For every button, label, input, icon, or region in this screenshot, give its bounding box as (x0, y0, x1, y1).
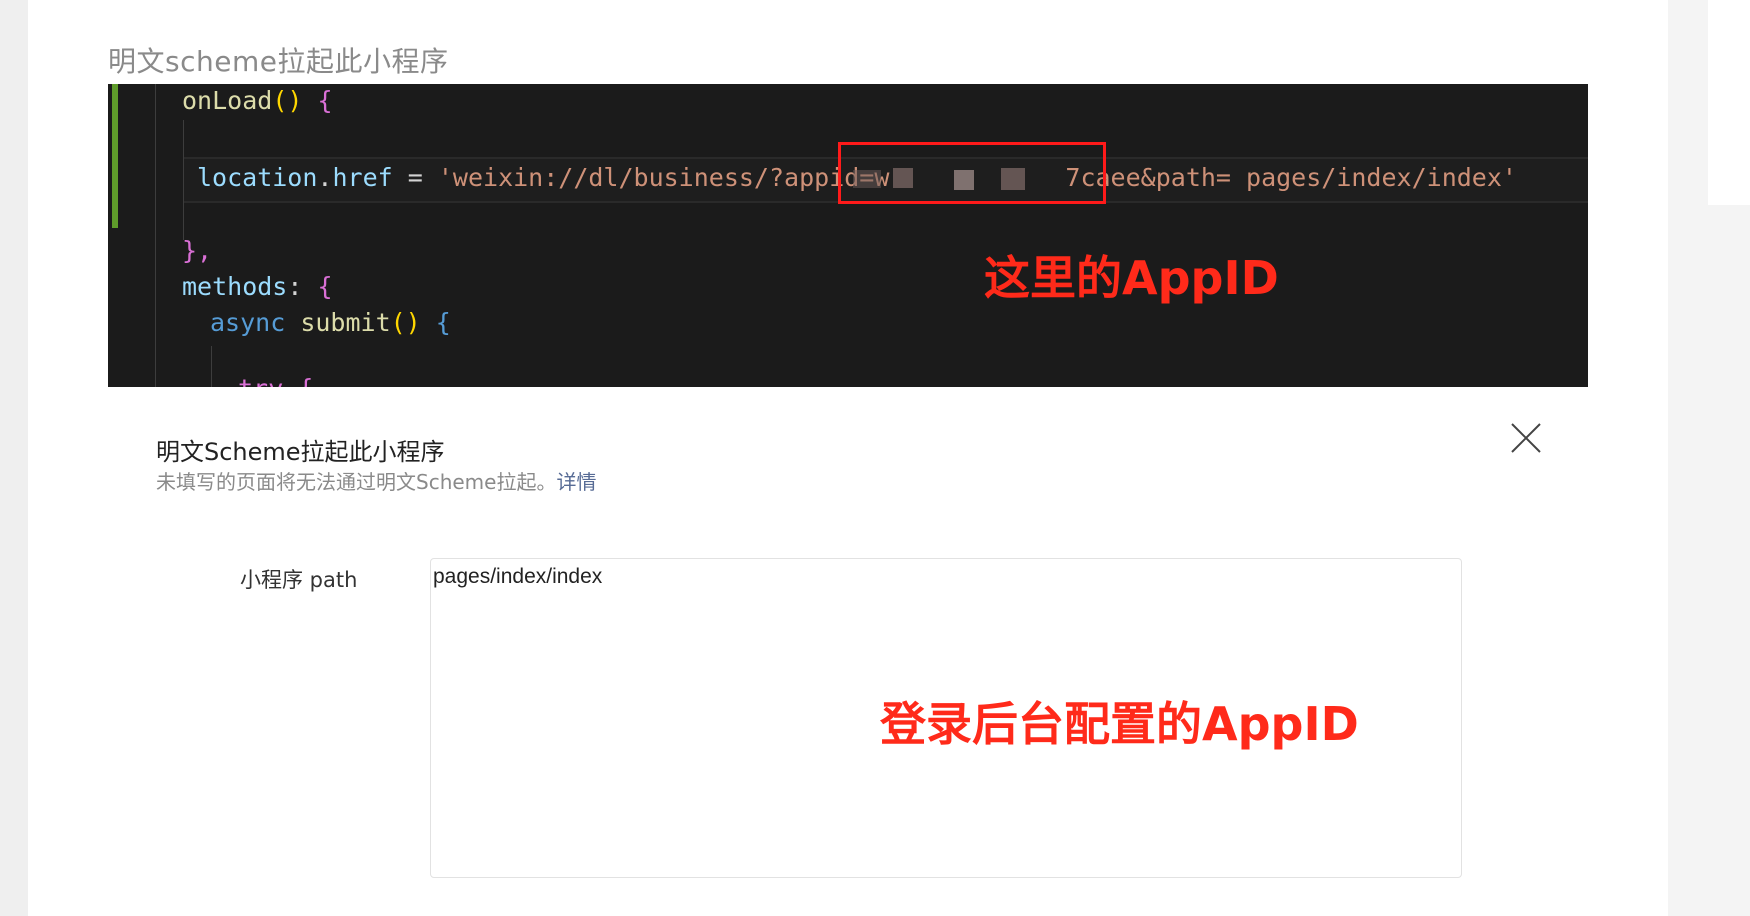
detail-link[interactable]: 详情 (556, 470, 596, 494)
close-icon (1511, 423, 1541, 453)
dialog-description: 未填写的页面将无法通过明文Scheme拉起。详情 (156, 470, 597, 494)
left-gutter (0, 0, 28, 916)
dialog-title: 明文Scheme拉起此小程序 (156, 438, 445, 466)
indent-guide (155, 84, 156, 387)
code-line-methods: methods: { (182, 272, 333, 301)
code-line-try: try { (238, 372, 313, 387)
code-line-onload: onLoad() { (182, 86, 333, 115)
code-line-close-brace: }, (182, 236, 213, 265)
close-button[interactable] (1508, 420, 1544, 456)
appid-highlight-box (838, 142, 1106, 204)
annotation-backend-appid: 登录后台配置的AppID (880, 697, 1359, 751)
git-change-bar (112, 84, 118, 228)
code-line-async-submit: async submit() { (210, 308, 451, 337)
annotation-appid-here: 这里的AppID (984, 251, 1279, 305)
indent-guide (211, 346, 212, 387)
section-title: 明文scheme拉起此小程序 (108, 45, 449, 78)
path-field-label: 小程序 path (240, 568, 358, 592)
code-editor-screenshot: onLoad() { location.href = 'weixin://dl/… (108, 84, 1588, 387)
right-panel (1708, 0, 1750, 205)
